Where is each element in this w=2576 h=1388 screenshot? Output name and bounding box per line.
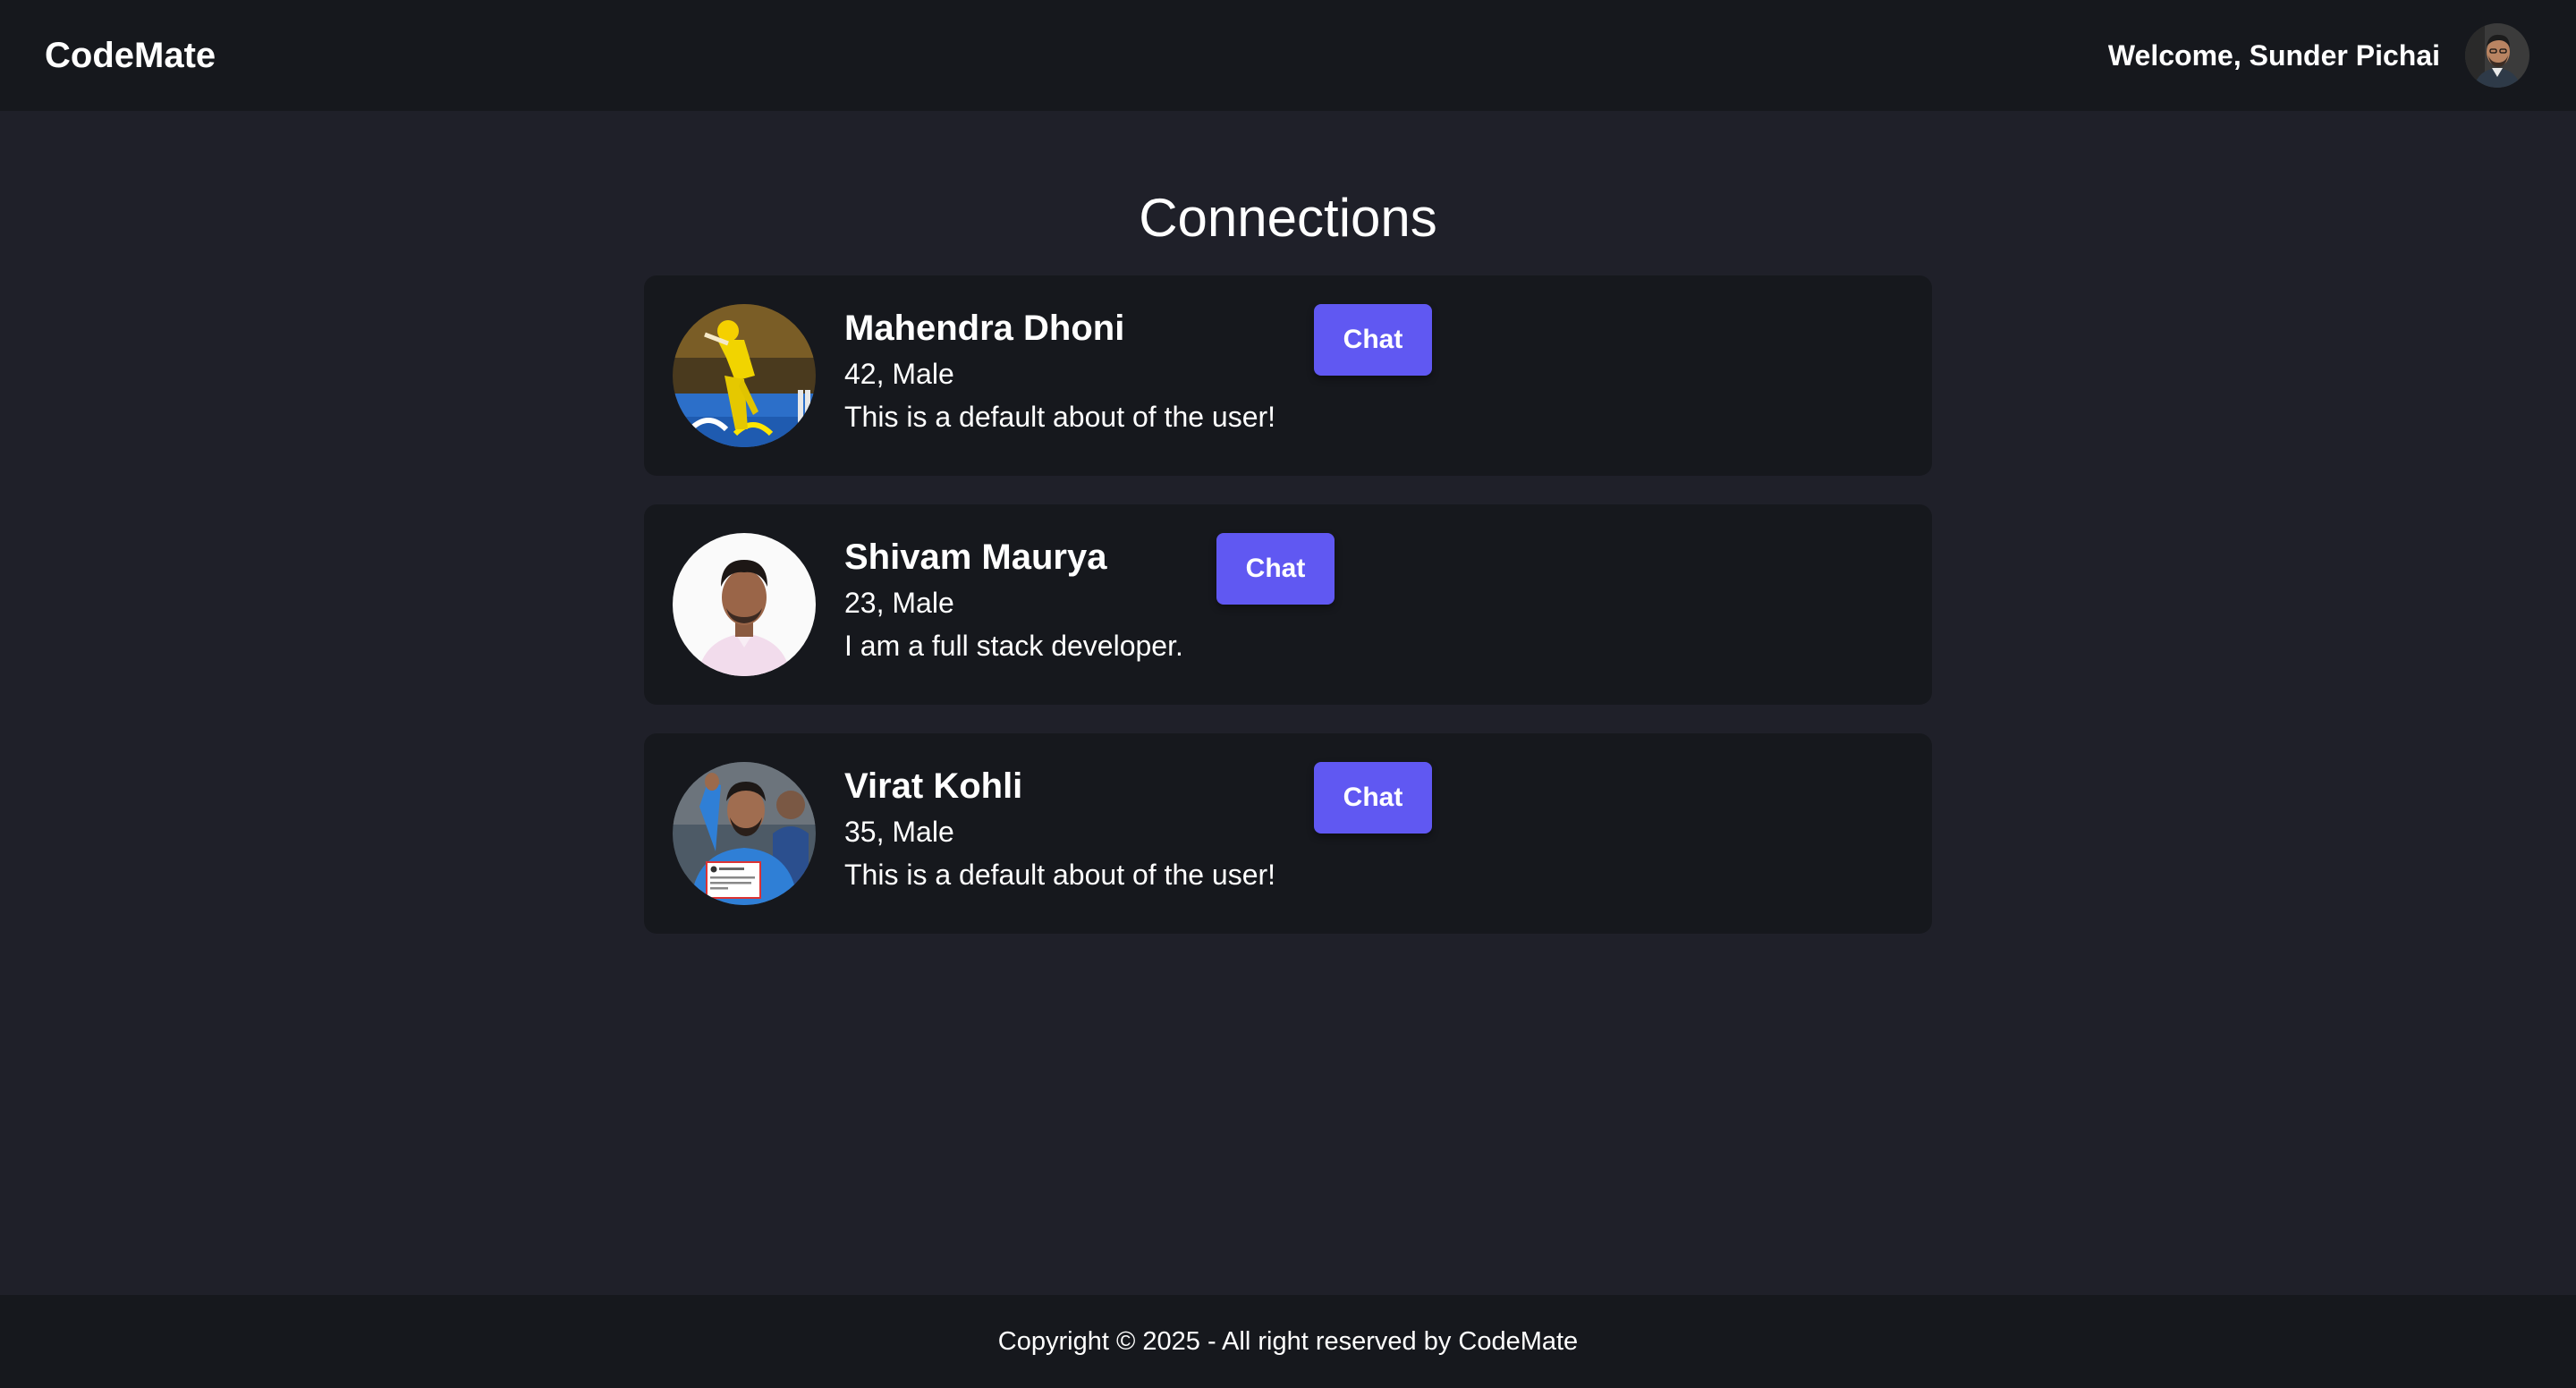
avatar xyxy=(673,533,816,676)
connection-card: Shivam Maurya 23, Male I am a full stack… xyxy=(644,504,1932,705)
footer: Copyright © 2025 - All right reserved by… xyxy=(0,1295,2576,1388)
card-info: Mahendra Dhoni 42, Male This is a defaul… xyxy=(844,306,1275,438)
connection-card: Mahendra Dhoni 42, Male This is a defaul… xyxy=(644,275,1932,476)
connection-age-gender: 23, Male xyxy=(844,587,954,619)
avatar xyxy=(673,304,816,447)
copyright-text: Copyright © 2025 - All right reserved by… xyxy=(997,1326,1579,1356)
chat-button[interactable]: Chat xyxy=(1216,533,1335,605)
profile-photo xyxy=(673,762,816,905)
connection-about: I am a full stack developer. xyxy=(844,630,1183,662)
connection-name: Mahendra Dhoni xyxy=(844,309,1125,348)
connection-about: This is a default about of the user! xyxy=(844,859,1276,891)
chat-button[interactable]: Chat xyxy=(1314,762,1432,834)
connection-card: Virat Kohli 35, Male This is a default a… xyxy=(644,733,1932,934)
welcome-text: Welcome, Sunder Pichai xyxy=(2107,38,2440,72)
connection-age-gender: 35, Male xyxy=(844,816,954,848)
card-info: Virat Kohli 35, Male This is a default a… xyxy=(844,764,1275,896)
navbar: CodeMate Welcome, Sunder Pichai xyxy=(0,0,2576,111)
avatar xyxy=(673,762,816,905)
brand-logo[interactable]: CodeMate xyxy=(45,36,216,76)
connection-age-gender: 42, Male xyxy=(844,358,954,390)
main-content: Connections Mahendra Dhoni 42, Male This… xyxy=(0,111,2576,1295)
card-info: Shivam Maurya 23, Male I am a full stack… xyxy=(844,535,1183,667)
user-avatar-icon[interactable] xyxy=(2465,23,2529,88)
connection-name: Virat Kohli xyxy=(844,766,1023,806)
connection-about: This is a default about of the user! xyxy=(844,401,1276,433)
nav-user-area: Welcome, Sunder Pichai xyxy=(2108,23,2529,88)
page-title: Connections xyxy=(1139,188,1437,248)
connection-name: Shivam Maurya xyxy=(844,537,1107,577)
user-avatar-photo xyxy=(2465,23,2529,88)
profile-photo xyxy=(673,304,816,447)
profile-photo xyxy=(673,533,816,676)
chat-button[interactable]: Chat xyxy=(1314,304,1432,376)
